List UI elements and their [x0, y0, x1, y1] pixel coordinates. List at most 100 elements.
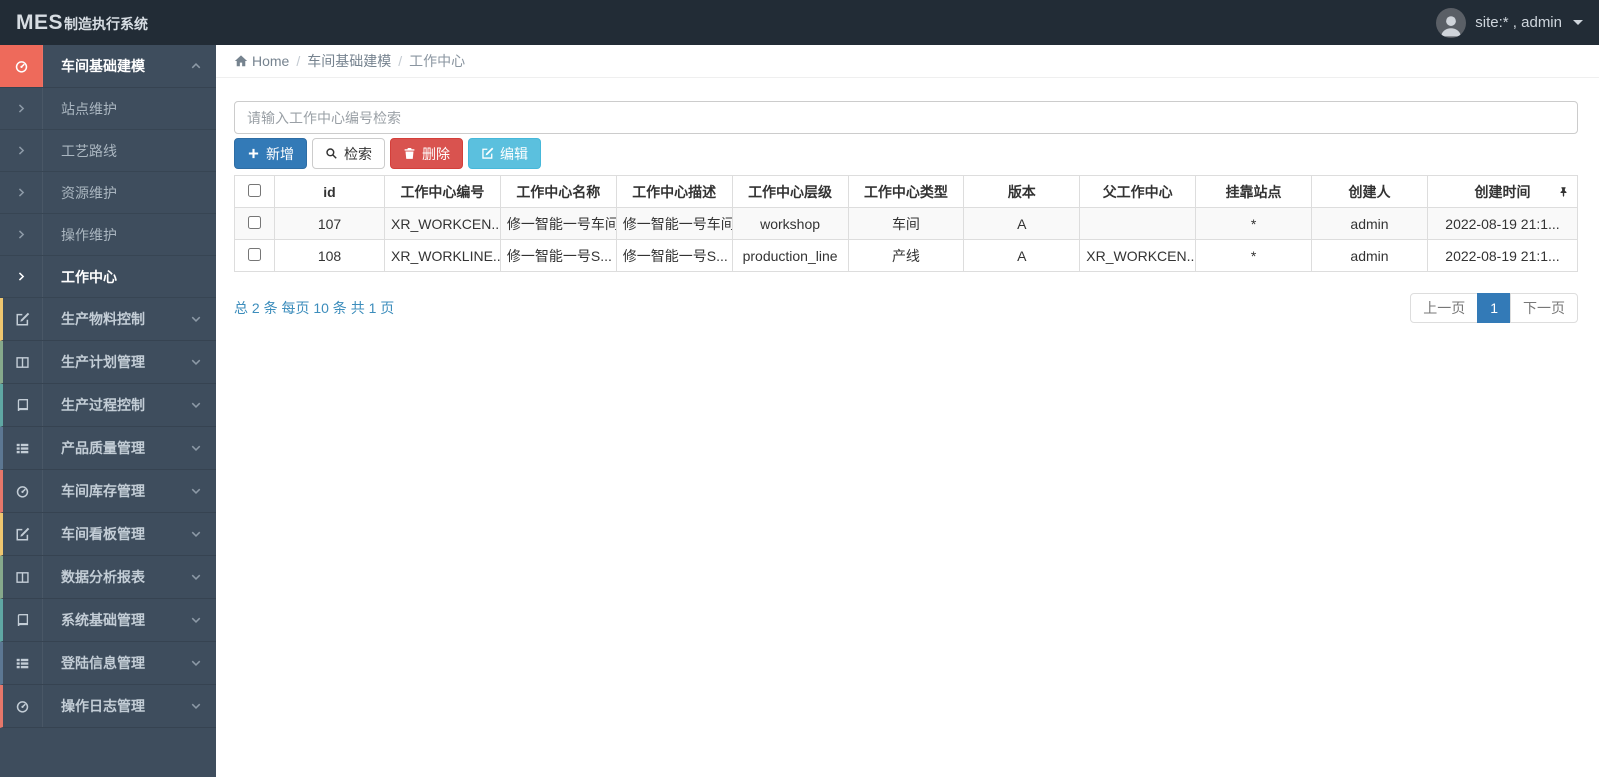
- column-header-创建人[interactable]: 创建人: [1311, 175, 1428, 208]
- chevron-down-icon: [190, 700, 202, 712]
- plus-icon: [247, 147, 260, 160]
- pagination-bar: 总 2 条 每页 10 条 共 1 页 上一页 1 下一页: [234, 293, 1578, 323]
- add-button-label: 新增: [266, 145, 294, 162]
- user-menu[interactable]: site:* , admin: [1436, 7, 1583, 38]
- sidebar-section-6[interactable]: 车间库存管理: [0, 470, 216, 513]
- column-header-工作中心描述[interactable]: 工作中心描述: [615, 175, 733, 208]
- cell-版本: A: [963, 207, 1081, 240]
- prev-page-button[interactable]: 上一页: [1410, 293, 1479, 323]
- sidebar-section-label: 生产过程控制: [61, 397, 145, 413]
- page-1-button[interactable]: 1: [1477, 293, 1511, 323]
- sidebar-section-icon-cell: [3, 298, 43, 340]
- sidebar-item-操作维护[interactable]: 操作维护: [0, 214, 216, 256]
- table-row[interactable]: 107 XR_WORKCEN... 修一智能一号车间 修一智能一号车间 workshop…: [234, 207, 1578, 240]
- cell-创建人: admin: [1311, 239, 1428, 272]
- top-navbar: MES 制造执行系统 site:* , admin: [0, 0, 1599, 45]
- cell-创建人: admin: [1311, 207, 1428, 240]
- column-header-工作中心名称[interactable]: 工作中心名称: [499, 175, 617, 208]
- next-page-button[interactable]: 下一页: [1510, 293, 1578, 323]
- column-header-id[interactable]: id: [274, 175, 385, 208]
- app-logo: MES 制造执行系统: [16, 11, 148, 35]
- table-row[interactable]: 108 XR_WORKLINE... 修一智能一号S... 修一智能一号S... pro…: [234, 239, 1578, 272]
- column-header-label: 工作中心层级: [748, 183, 833, 200]
- sidebar-menu: 车间基础建模 站点维护 工艺路线 资源维护 操作维护 工作中心生产物料控制 生产计划管理 生产…: [0, 45, 216, 728]
- cell-创建时间: 2022-08-19 21:1...: [1427, 207, 1578, 240]
- column-header-父工作中心[interactable]: 父工作中心: [1079, 175, 1197, 208]
- sidebar-section-9[interactable]: 系统基础管理: [0, 599, 216, 642]
- sidebar-section-1[interactable]: 车间基础建模: [0, 45, 216, 88]
- sidebar-item-资源维护[interactable]: 资源维护: [0, 172, 216, 214]
- row-checkbox[interactable]: [248, 215, 261, 229]
- column-header-工作中心层级[interactable]: 工作中心层级: [731, 175, 849, 208]
- dashboard-icon: [15, 484, 30, 499]
- sidebar-item-arrow-cell: [0, 214, 43, 255]
- cell-工作中心描述: 修一智能一号S...: [615, 239, 733, 272]
- column-header-挂靠站点[interactable]: 挂靠站点: [1195, 175, 1312, 208]
- cell-版本: A: [963, 239, 1081, 272]
- columns-icon: [15, 570, 30, 585]
- sidebar-section-label: 生产计划管理: [61, 354, 145, 370]
- cell-工作中心层级: production_line: [731, 239, 849, 272]
- sidebar-section-3[interactable]: 生产计划管理: [0, 341, 216, 384]
- column-header-版本[interactable]: 版本: [963, 175, 1081, 208]
- pin-icon[interactable]: [1558, 186, 1569, 198]
- column-header-label: 父工作中心: [1102, 183, 1173, 200]
- workcenter-table: id 工作中心编号 工作中心名称 工作中心描述 工作中心层级 工作中心类型 版本 父工作中心 挂…: [234, 175, 1578, 272]
- sidebar-section-label: 生产物料控制: [61, 311, 145, 327]
- sidebar-section-8[interactable]: 数据分析报表: [0, 556, 216, 599]
- column-header-label: 工作中心名称: [516, 183, 601, 200]
- sidebar-section-icon-cell: [3, 685, 43, 727]
- chevron-down-icon: [190, 442, 202, 454]
- sidebar-item-arrow-cell: [0, 256, 43, 297]
- sidebar-section-2[interactable]: 生产物料控制: [0, 298, 216, 341]
- sidebar-item-站点维护[interactable]: 站点维护: [0, 88, 216, 130]
- breadcrumb-separator: /: [398, 53, 403, 69]
- dashboard-icon: [14, 59, 29, 74]
- user-label: site:* , admin: [1475, 14, 1562, 31]
- column-header-label: 创建人: [1348, 183, 1391, 200]
- chevron-down-icon: [190, 614, 202, 626]
- search-button[interactable]: 检索: [312, 138, 385, 169]
- sidebar-section-7[interactable]: 车间看板管理: [0, 513, 216, 556]
- sidebar-section-10[interactable]: 登陆信息管理: [0, 642, 216, 685]
- edit-button[interactable]: 编辑: [468, 138, 541, 169]
- column-header-工作中心类型[interactable]: 工作中心类型: [847, 175, 965, 208]
- add-button[interactable]: 新增: [234, 138, 307, 169]
- edit-icon: [15, 312, 30, 327]
- cell-挂靠站点: *: [1195, 207, 1312, 240]
- sidebar-section-icon-cell: [3, 513, 43, 555]
- cell-id: 107: [274, 207, 385, 240]
- pagination-summary[interactable]: 总 2 条 每页 10 条 共 1 页: [234, 298, 394, 318]
- sidebar-section-5[interactable]: 产品质量管理: [0, 427, 216, 470]
- breadcrumb-item-label: 车间基础建模: [307, 53, 392, 69]
- column-header-创建时间[interactable]: 创建时间: [1427, 175, 1578, 208]
- cell-工作中心编号: XR_WORKLINE...: [384, 239, 501, 272]
- cell-工作中心类型: 车间: [847, 207, 965, 240]
- delete-button[interactable]: 删除: [390, 138, 463, 169]
- select-all-checkbox[interactable]: [248, 183, 261, 197]
- search-input[interactable]: [234, 101, 1578, 134]
- sidebar-section-11[interactable]: 操作日志管理: [0, 685, 216, 728]
- column-header-label: 版本: [1007, 183, 1036, 200]
- cell-工作中心编号: XR_WORKCEN...: [384, 207, 501, 240]
- edit-icon: [15, 527, 30, 542]
- breadcrumb-item-label: 工作中心: [409, 53, 466, 69]
- column-header-label: id: [323, 183, 336, 200]
- row-select-cell: [234, 239, 275, 272]
- sidebar-section-4[interactable]: 生产过程控制: [0, 384, 216, 427]
- column-header-工作中心编号[interactable]: 工作中心编号: [384, 175, 501, 208]
- sidebar-item-工作中心[interactable]: 工作中心: [0, 256, 216, 298]
- cell-工作中心类型: 产线: [847, 239, 965, 272]
- breadcrumb-item-车间基础建模[interactable]: 车间基础建模: [307, 51, 391, 71]
- edit-button-label: 编辑: [500, 145, 528, 162]
- avatar[interactable]: [1436, 7, 1467, 38]
- chevron-down-icon: [190, 485, 202, 497]
- person-icon: [1441, 15, 1462, 36]
- column-header-label: 工作中心编号: [400, 183, 485, 200]
- breadcrumb-item-Home[interactable]: Home: [234, 53, 289, 69]
- sidebar-item-工艺路线[interactable]: 工艺路线: [0, 130, 216, 172]
- book-icon: [15, 398, 30, 413]
- sidebar-section-label: 登陆信息管理: [61, 655, 145, 671]
- sidebar-section-icon-cell: [3, 470, 43, 512]
- row-checkbox[interactable]: [248, 247, 261, 261]
